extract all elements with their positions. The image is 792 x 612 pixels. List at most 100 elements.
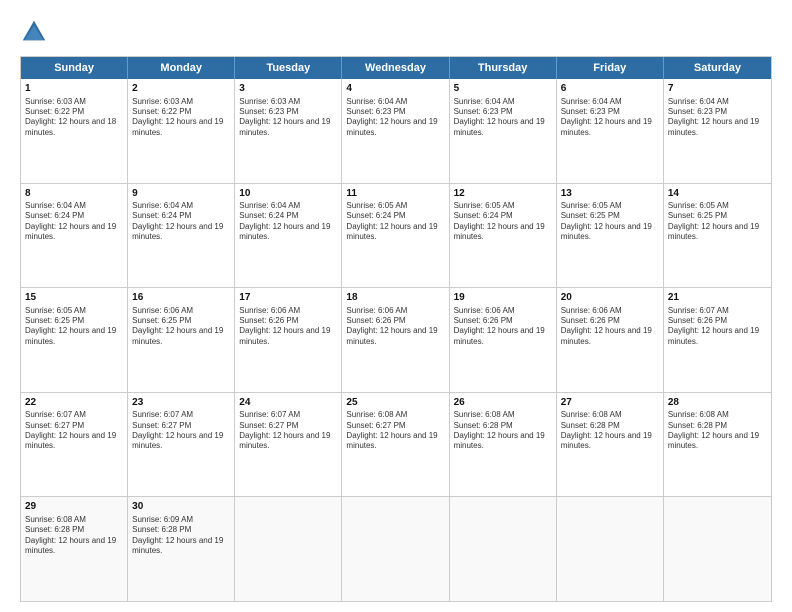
day-number: 22 <box>25 396 123 410</box>
day-number: 27 <box>561 396 659 410</box>
calendar-week-3: 15Sunrise: 6:05 AM Sunset: 6:25 PM Dayli… <box>21 287 771 392</box>
day-cell-29: 29Sunrise: 6:08 AM Sunset: 6:28 PM Dayli… <box>21 497 128 601</box>
day-cell-5: 5Sunrise: 6:04 AM Sunset: 6:23 PM Daylig… <box>450 79 557 183</box>
day-cell-22: 22Sunrise: 6:07 AM Sunset: 6:27 PM Dayli… <box>21 393 128 497</box>
calendar-body: 1Sunrise: 6:03 AM Sunset: 6:22 PM Daylig… <box>21 79 771 601</box>
header-day-monday: Monday <box>128 57 235 79</box>
day-number: 15 <box>25 291 123 305</box>
day-info: Sunrise: 6:05 AM Sunset: 6:24 PM Dayligh… <box>346 201 444 243</box>
day-info: Sunrise: 6:05 AM Sunset: 6:25 PM Dayligh… <box>25 306 123 348</box>
day-info: Sunrise: 6:04 AM Sunset: 6:23 PM Dayligh… <box>454 97 552 139</box>
day-number: 30 <box>132 500 230 514</box>
day-number: 17 <box>239 291 337 305</box>
day-number: 5 <box>454 82 552 96</box>
day-info: Sunrise: 6:03 AM Sunset: 6:22 PM Dayligh… <box>25 97 123 139</box>
day-info: Sunrise: 6:08 AM Sunset: 6:27 PM Dayligh… <box>346 410 444 452</box>
day-cell-19: 19Sunrise: 6:06 AM Sunset: 6:26 PM Dayli… <box>450 288 557 392</box>
day-number: 14 <box>668 187 767 201</box>
day-info: Sunrise: 6:04 AM Sunset: 6:23 PM Dayligh… <box>346 97 444 139</box>
day-number: 7 <box>668 82 767 96</box>
day-cell-1: 1Sunrise: 6:03 AM Sunset: 6:22 PM Daylig… <box>21 79 128 183</box>
day-cell-15: 15Sunrise: 6:05 AM Sunset: 6:25 PM Dayli… <box>21 288 128 392</box>
day-number: 12 <box>454 187 552 201</box>
day-info: Sunrise: 6:08 AM Sunset: 6:28 PM Dayligh… <box>561 410 659 452</box>
day-number: 20 <box>561 291 659 305</box>
day-cell-18: 18Sunrise: 6:06 AM Sunset: 6:26 PM Dayli… <box>342 288 449 392</box>
day-number: 29 <box>25 500 123 514</box>
calendar: SundayMondayTuesdayWednesdayThursdayFrid… <box>20 56 772 602</box>
day-cell-27: 27Sunrise: 6:08 AM Sunset: 6:28 PM Dayli… <box>557 393 664 497</box>
day-number: 18 <box>346 291 444 305</box>
empty-cell <box>235 497 342 601</box>
day-info: Sunrise: 6:06 AM Sunset: 6:26 PM Dayligh… <box>454 306 552 348</box>
header-day-wednesday: Wednesday <box>342 57 449 79</box>
day-number: 9 <box>132 187 230 201</box>
day-info: Sunrise: 6:08 AM Sunset: 6:28 PM Dayligh… <box>668 410 767 452</box>
day-number: 19 <box>454 291 552 305</box>
day-number: 21 <box>668 291 767 305</box>
day-number: 13 <box>561 187 659 201</box>
logo-icon <box>20 18 48 46</box>
day-number: 1 <box>25 82 123 96</box>
day-cell-3: 3Sunrise: 6:03 AM Sunset: 6:23 PM Daylig… <box>235 79 342 183</box>
day-cell-26: 26Sunrise: 6:08 AM Sunset: 6:28 PM Dayli… <box>450 393 557 497</box>
page: SundayMondayTuesdayWednesdayThursdayFrid… <box>0 0 792 612</box>
day-cell-8: 8Sunrise: 6:04 AM Sunset: 6:24 PM Daylig… <box>21 184 128 288</box>
header <box>20 18 772 46</box>
header-day-friday: Friday <box>557 57 664 79</box>
header-day-thursday: Thursday <box>450 57 557 79</box>
day-info: Sunrise: 6:04 AM Sunset: 6:23 PM Dayligh… <box>561 97 659 139</box>
day-info: Sunrise: 6:07 AM Sunset: 6:27 PM Dayligh… <box>132 410 230 452</box>
header-day-sunday: Sunday <box>21 57 128 79</box>
day-number: 2 <box>132 82 230 96</box>
day-info: Sunrise: 6:04 AM Sunset: 6:23 PM Dayligh… <box>668 97 767 139</box>
day-number: 11 <box>346 187 444 201</box>
empty-cell <box>664 497 771 601</box>
day-number: 3 <box>239 82 337 96</box>
day-number: 16 <box>132 291 230 305</box>
day-info: Sunrise: 6:06 AM Sunset: 6:26 PM Dayligh… <box>239 306 337 348</box>
day-info: Sunrise: 6:07 AM Sunset: 6:26 PM Dayligh… <box>668 306 767 348</box>
day-cell-7: 7Sunrise: 6:04 AM Sunset: 6:23 PM Daylig… <box>664 79 771 183</box>
calendar-week-4: 22Sunrise: 6:07 AM Sunset: 6:27 PM Dayli… <box>21 392 771 497</box>
calendar-week-1: 1Sunrise: 6:03 AM Sunset: 6:22 PM Daylig… <box>21 79 771 183</box>
day-number: 25 <box>346 396 444 410</box>
day-cell-23: 23Sunrise: 6:07 AM Sunset: 6:27 PM Dayli… <box>128 393 235 497</box>
logo <box>20 18 52 46</box>
day-cell-24: 24Sunrise: 6:07 AM Sunset: 6:27 PM Dayli… <box>235 393 342 497</box>
day-number: 10 <box>239 187 337 201</box>
day-number: 26 <box>454 396 552 410</box>
day-cell-20: 20Sunrise: 6:06 AM Sunset: 6:26 PM Dayli… <box>557 288 664 392</box>
day-cell-17: 17Sunrise: 6:06 AM Sunset: 6:26 PM Dayli… <box>235 288 342 392</box>
day-info: Sunrise: 6:06 AM Sunset: 6:26 PM Dayligh… <box>561 306 659 348</box>
day-cell-4: 4Sunrise: 6:04 AM Sunset: 6:23 PM Daylig… <box>342 79 449 183</box>
day-cell-12: 12Sunrise: 6:05 AM Sunset: 6:24 PM Dayli… <box>450 184 557 288</box>
day-info: Sunrise: 6:08 AM Sunset: 6:28 PM Dayligh… <box>25 515 123 557</box>
day-info: Sunrise: 6:06 AM Sunset: 6:26 PM Dayligh… <box>346 306 444 348</box>
empty-cell <box>450 497 557 601</box>
day-info: Sunrise: 6:04 AM Sunset: 6:24 PM Dayligh… <box>25 201 123 243</box>
day-info: Sunrise: 6:03 AM Sunset: 6:22 PM Dayligh… <box>132 97 230 139</box>
day-info: Sunrise: 6:03 AM Sunset: 6:23 PM Dayligh… <box>239 97 337 139</box>
calendar-week-2: 8Sunrise: 6:04 AM Sunset: 6:24 PM Daylig… <box>21 183 771 288</box>
day-cell-6: 6Sunrise: 6:04 AM Sunset: 6:23 PM Daylig… <box>557 79 664 183</box>
day-cell-10: 10Sunrise: 6:04 AM Sunset: 6:24 PM Dayli… <box>235 184 342 288</box>
empty-cell <box>342 497 449 601</box>
day-info: Sunrise: 6:05 AM Sunset: 6:25 PM Dayligh… <box>668 201 767 243</box>
day-info: Sunrise: 6:07 AM Sunset: 6:27 PM Dayligh… <box>239 410 337 452</box>
calendar-week-5: 29Sunrise: 6:08 AM Sunset: 6:28 PM Dayli… <box>21 496 771 601</box>
day-number: 23 <box>132 396 230 410</box>
day-number: 28 <box>668 396 767 410</box>
day-info: Sunrise: 6:07 AM Sunset: 6:27 PM Dayligh… <box>25 410 123 452</box>
day-cell-13: 13Sunrise: 6:05 AM Sunset: 6:25 PM Dayli… <box>557 184 664 288</box>
day-info: Sunrise: 6:05 AM Sunset: 6:24 PM Dayligh… <box>454 201 552 243</box>
day-cell-9: 9Sunrise: 6:04 AM Sunset: 6:24 PM Daylig… <box>128 184 235 288</box>
day-info: Sunrise: 6:05 AM Sunset: 6:25 PM Dayligh… <box>561 201 659 243</box>
day-cell-16: 16Sunrise: 6:06 AM Sunset: 6:25 PM Dayli… <box>128 288 235 392</box>
day-cell-14: 14Sunrise: 6:05 AM Sunset: 6:25 PM Dayli… <box>664 184 771 288</box>
day-info: Sunrise: 6:04 AM Sunset: 6:24 PM Dayligh… <box>132 201 230 243</box>
day-cell-25: 25Sunrise: 6:08 AM Sunset: 6:27 PM Dayli… <box>342 393 449 497</box>
calendar-header: SundayMondayTuesdayWednesdayThursdayFrid… <box>21 57 771 79</box>
day-number: 4 <box>346 82 444 96</box>
day-info: Sunrise: 6:04 AM Sunset: 6:24 PM Dayligh… <box>239 201 337 243</box>
